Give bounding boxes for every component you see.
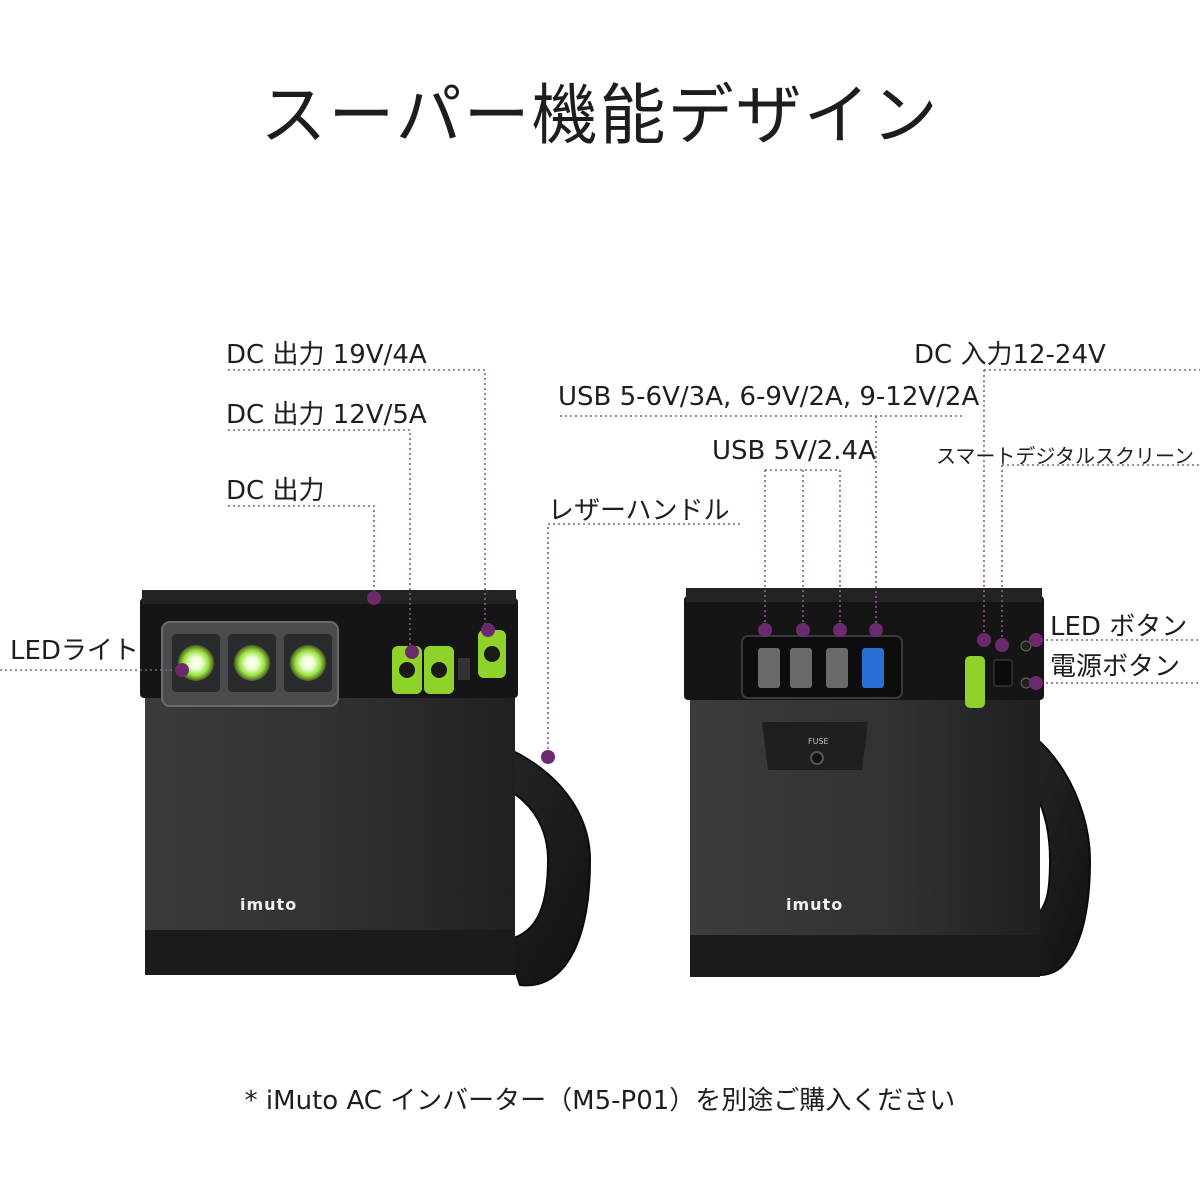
callout-smart-screen: スマートデジタルスクリーン <box>936 444 1194 468</box>
callout-dc-out: DC 出力 <box>226 476 325 506</box>
dot-dc-19v <box>481 623 495 637</box>
usb-port-4 <box>862 648 884 688</box>
callout-dc-in: DC 入力12-24V <box>914 340 1106 370</box>
dot-usb-3 <box>833 623 847 637</box>
callout-line-dc-out <box>228 505 375 598</box>
dot-usb-2 <box>796 623 810 637</box>
dot-led-light <box>175 663 189 677</box>
dc-switch <box>458 658 470 680</box>
dot-smart-screen <box>995 638 1009 652</box>
callout-power-button: 電源ボタン <box>1050 652 1181 682</box>
led-lights <box>172 634 332 692</box>
smart-digital-screen <box>993 659 1013 687</box>
callout-led-button: LED ボタン <box>1050 612 1188 642</box>
led-light-2-lamp <box>234 645 270 681</box>
fuse-label: FUSE <box>808 737 829 746</box>
led-light-3-lamp <box>290 645 326 681</box>
callout-led-light: LEDライト <box>10 636 139 666</box>
dot-dc-in <box>977 633 991 647</box>
dot-dc-out <box>367 591 381 605</box>
right-top-lid <box>686 588 1042 602</box>
usb-port-3 <box>826 648 848 688</box>
callout-dc-out-12v: DC 出力 12V/5A <box>226 400 427 430</box>
callout-leather-handle: レザーハンドル <box>548 496 730 526</box>
right-brand-logo: imuto <box>786 895 843 914</box>
left-base <box>145 930 515 975</box>
footnote: * iMuto AC インバーター（M5-P01）を別途ご購入ください <box>244 1086 956 1116</box>
product-illustration: imuto FUSE imuto <box>0 369 1200 987</box>
callout-dc-out-19v: DC 出力 19V/4A <box>226 340 427 370</box>
right-base <box>690 935 1040 977</box>
left-device: imuto <box>140 590 592 987</box>
fuse-holder <box>810 751 824 765</box>
usb-port-2 <box>790 648 812 688</box>
dot-dc-12v <box>405 645 419 659</box>
dot-power-button <box>1029 676 1043 690</box>
callout-usb-qc: USB 5-6V/3A, 6-9V/2A, 9-12V/2A <box>558 382 980 412</box>
callout-usb-5v: USB 5V/2.4A <box>712 436 876 466</box>
right-device: FUSE imuto <box>684 588 1092 977</box>
dc-in-port <box>965 656 985 708</box>
dot-usb-1 <box>758 623 772 637</box>
dot-leather-handle <box>541 750 555 764</box>
usb-port-1 <box>758 648 780 688</box>
dot-led-button <box>1029 633 1043 647</box>
left-brand-logo: imuto <box>240 895 297 914</box>
left-top-lid <box>142 590 516 604</box>
dot-usb-qc <box>869 623 883 637</box>
